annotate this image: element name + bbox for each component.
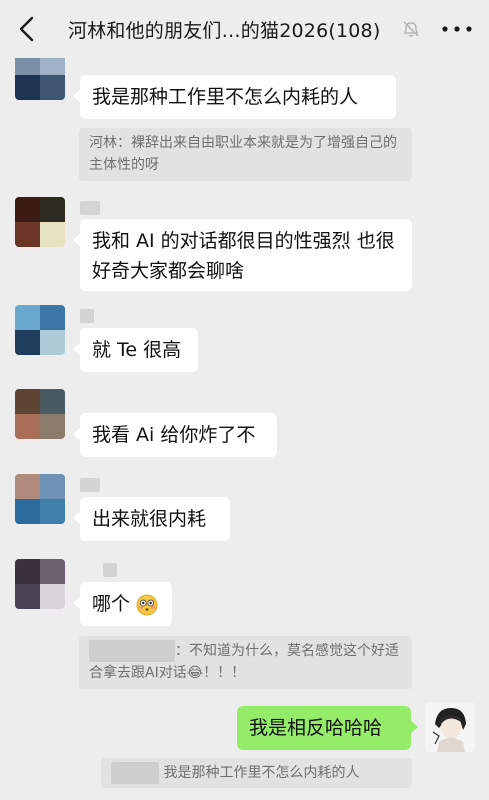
message-bubble[interactable]: 我和 AI 的对话都很目的性强烈 也很好奇大家都会聊啥 bbox=[73, 219, 412, 291]
quote-sender-redacted bbox=[89, 640, 175, 662]
quoted-message[interactable]: 河林：裸辞出来自由职业本来就是为了增强自己的主体性的呀 bbox=[79, 128, 412, 181]
quote-text: 我是那种工作里不怎么内耗的人 bbox=[163, 765, 360, 781]
message-bubble[interactable]: 哪个 bbox=[73, 582, 172, 626]
flushed-face-emoji-icon bbox=[136, 594, 158, 615]
my-message-bubble[interactable]: 我是相反哈哈哈 bbox=[237, 706, 418, 750]
message-bubble[interactable]: 出来就很内耗 bbox=[73, 497, 230, 541]
my-avatar-image bbox=[425, 702, 475, 752]
message-text: 就 Te 很高 bbox=[92, 339, 182, 361]
bell-off-icon bbox=[403, 21, 419, 37]
nickname bbox=[80, 309, 94, 323]
avatar[interactable] bbox=[15, 559, 65, 609]
chat-header: 河林和他的朋友们…的猫2026(108) bbox=[0, 0, 489, 58]
message-text: 我是那种工作里不怎么内耗的人 bbox=[92, 86, 359, 108]
message-bubble[interactable]: 我看 Ai 给你炸了不 bbox=[73, 413, 277, 457]
nickname bbox=[103, 563, 117, 577]
message-text: 出来就很内耗 bbox=[92, 508, 207, 530]
message-text: 我是相反哈哈哈 bbox=[249, 717, 383, 739]
quote-text: 河林：裸辞出来自由职业本来就是为了增强自己的主体性的呀 bbox=[89, 135, 397, 173]
message-text: 我看 Ai 给你炸了不 bbox=[92, 424, 256, 446]
chevron-left-icon[interactable] bbox=[14, 15, 40, 43]
avatar[interactable] bbox=[15, 305, 65, 355]
avatar[interactable] bbox=[15, 474, 65, 524]
chat-title: 河林和他的朋友们…的猫2026(108) bbox=[68, 20, 381, 42]
more-icon[interactable] bbox=[440, 20, 474, 38]
message-bubble[interactable]: 我是那种工作里不怎么内耗的人 bbox=[73, 75, 396, 119]
avatar[interactable] bbox=[15, 197, 65, 247]
my-avatar[interactable] bbox=[425, 702, 475, 752]
quote-sender-redacted bbox=[111, 762, 159, 784]
avatar[interactable] bbox=[15, 389, 65, 439]
nickname bbox=[80, 478, 100, 492]
quoted-message[interactable]: 我是那种工作里不怎么内耗的人 bbox=[101, 758, 412, 788]
message-text: 哪个 bbox=[92, 593, 131, 615]
message-text: 我和 AI 的对话都很目的性强烈 也很好奇大家都会聊啥 bbox=[92, 230, 395, 282]
quoted-message[interactable]: ：不知道为什么，莫名感觉这个好适合拿去跟AI对话😂！！！ bbox=[79, 636, 412, 689]
message-bubble[interactable]: 就 Te 很高 bbox=[73, 328, 198, 372]
nickname bbox=[80, 201, 100, 215]
